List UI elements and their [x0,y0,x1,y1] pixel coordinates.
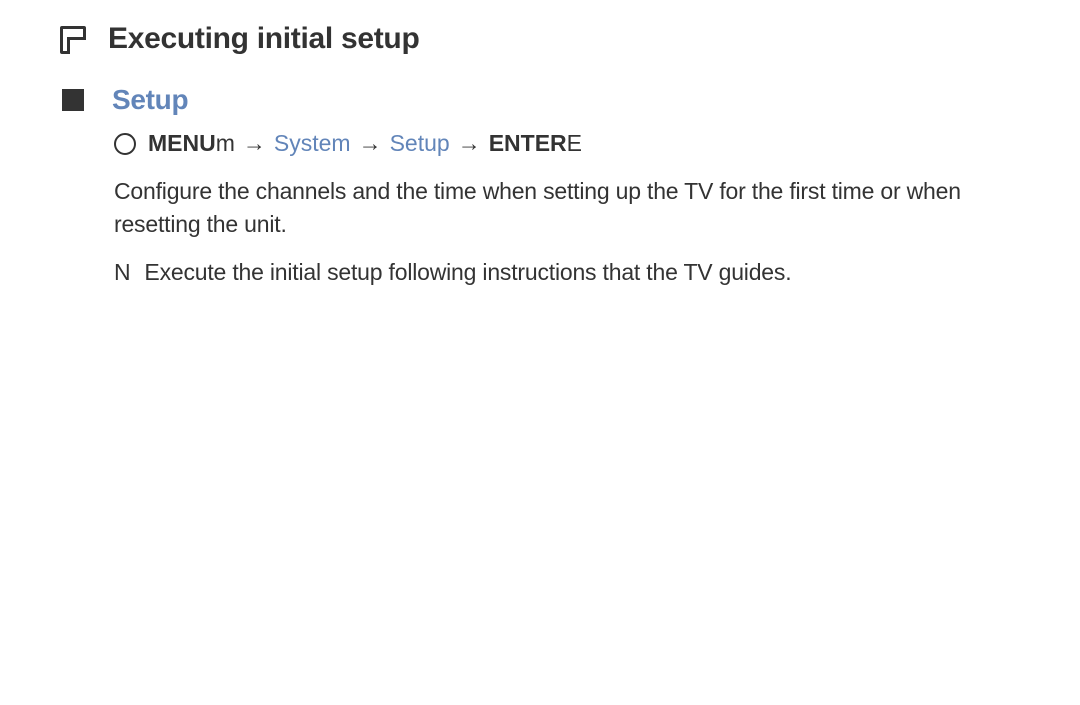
square-bullet-icon [62,89,84,111]
page-title: Executing initial setup [108,22,419,56]
nav-enter-bold: ENTER [489,130,567,157]
note-row: N Execute the initial setup following in… [114,256,1020,288]
section-row: Setup [60,84,1020,116]
heading-row: Executing initial setup [60,22,1020,56]
navigation-path: MENUm → System → Setup → ENTERE [148,130,582,157]
circle-bullet-icon [114,133,136,155]
nav-setup: Setup [390,130,450,157]
content-block: MENUm → System → Setup → ENTERE Configur… [60,130,1020,288]
nav-menu-bold: MENU [148,130,216,157]
nav-menu-suffix: m [216,130,235,157]
bookmark-icon [60,26,86,54]
arrow-icon: → [243,130,266,157]
nav-system: System [274,130,351,157]
nav-enter-suffix: E [567,130,582,157]
arrow-icon: → [458,130,481,157]
section-title: Setup [112,84,188,116]
note-marker: N [114,256,130,288]
arrow-icon: → [359,130,382,157]
note-text: Execute the initial setup following inst… [144,256,791,288]
body-paragraph: Configure the channels and the time when… [114,175,1020,242]
navigation-path-row: MENUm → System → Setup → ENTERE [114,130,1020,157]
